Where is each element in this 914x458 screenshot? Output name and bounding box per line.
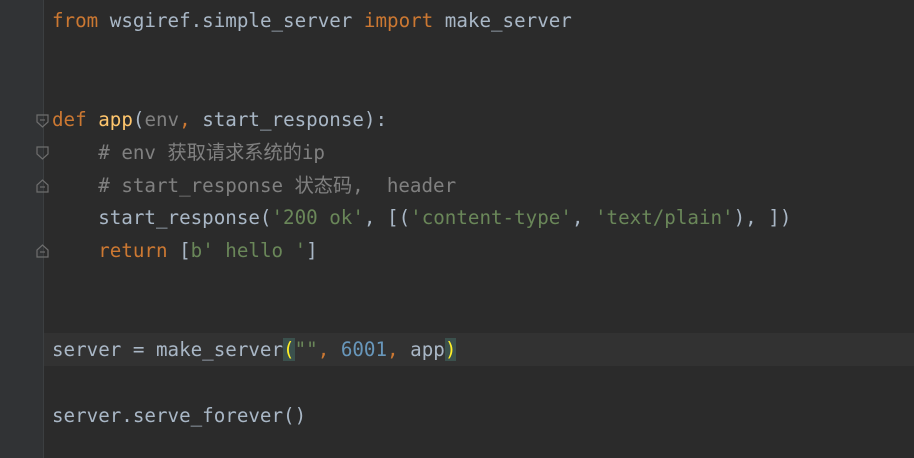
bracket-open: [ (167, 239, 191, 262)
param-start-response: start_response (202, 108, 364, 131)
code-line-make-server[interactable]: server = make_server("", 6001, app) (52, 338, 457, 361)
arg-app: app (410, 338, 445, 361)
paren-open: ( (132, 108, 145, 131)
code-line-import[interactable]: from wsgiref.simple_server import make_s… (52, 10, 572, 32)
code-line-comment-env[interactable]: # env 获取请求系统的ip (52, 142, 325, 164)
string-empty: "" (294, 338, 318, 361)
fold-end-icon[interactable] (36, 179, 49, 193)
keyword-return: return (98, 239, 168, 262)
closing-brackets: ), ]) (733, 206, 792, 229)
string-status: '200 ok' (271, 206, 364, 229)
fold-end-icon[interactable] (36, 244, 49, 258)
function-name: app (98, 108, 133, 131)
code-editor[interactable]: from wsgiref.simple_server import make_s… (0, 0, 914, 458)
assign-make-server: server = make_server (52, 338, 284, 361)
keyword-def: def (52, 108, 87, 131)
paren-close: ): (363, 108, 388, 131)
param-env: env (144, 108, 180, 131)
string-header-name: 'content-type' (410, 206, 572, 229)
fold-start-icon[interactable] (36, 114, 49, 128)
string-header-value: 'text/plain' (594, 206, 734, 229)
paren-close-highlighted: ) (444, 338, 457, 361)
line-gutter[interactable] (0, 0, 43, 458)
code-line-def[interactable]: def app(env, start_response): (52, 109, 387, 131)
comma: , (317, 338, 341, 361)
code-line-comment-start-response[interactable]: # start_response 状态码, header (52, 175, 456, 197)
comment: # env 获取请求系统的ip (98, 141, 325, 164)
code-line-return[interactable]: return [b' hello '] (52, 240, 318, 262)
comment: # start_response 状态码, header (98, 174, 457, 197)
code-line-serve-forever[interactable]: server.serve_forever() (52, 405, 306, 427)
module-name: wsgiref.simple_server (98, 9, 364, 32)
bracket-close: ] (306, 239, 318, 262)
paren-open-highlighted: ( (283, 338, 295, 361)
comma: , (387, 338, 411, 361)
separator: , [( (363, 206, 411, 229)
comma: , (179, 108, 203, 131)
code-line-start-response-call[interactable]: start_response('200 ok', [('content-type… (52, 207, 791, 229)
keyword-import: import (363, 9, 434, 32)
fold-start-icon[interactable] (36, 146, 49, 160)
serve-forever-call: server.serve_forever() (52, 404, 307, 427)
import-name: make_server (433, 9, 572, 32)
call-start-response: start_response( (52, 206, 272, 229)
bytes-literal: b' hello ' (190, 239, 307, 262)
keyword-from: from (52, 9, 99, 32)
gutter-divider (43, 0, 44, 458)
port-number: 6001 (340, 338, 388, 361)
separator: , (571, 206, 595, 229)
